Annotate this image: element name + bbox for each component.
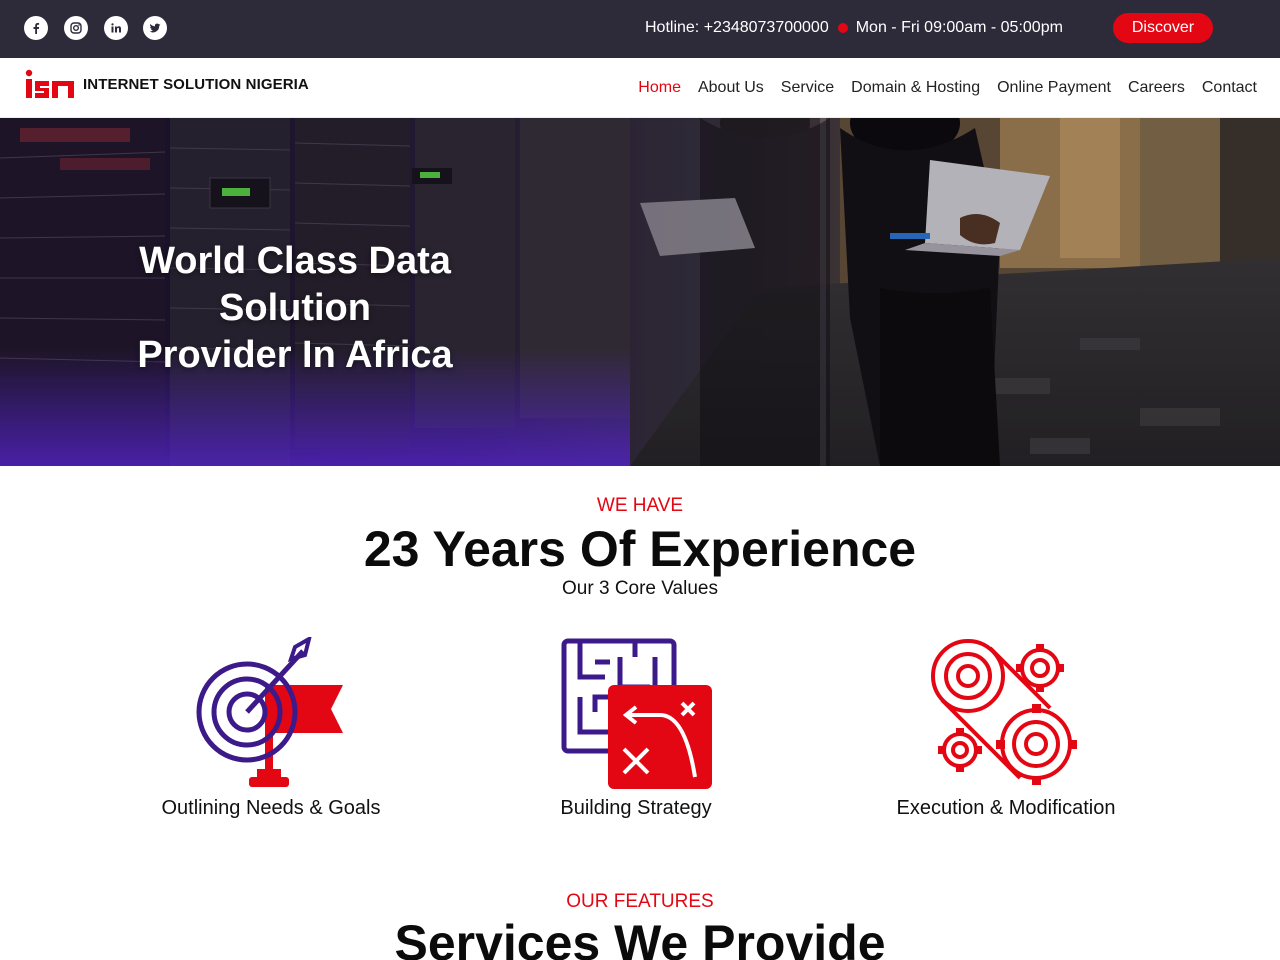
- isn-logo-mark-icon: [25, 69, 74, 98]
- experience-title: 23 Years Of Experience: [363, 521, 917, 577]
- facebook-icon[interactable]: [24, 16, 48, 40]
- instagram-icon[interactable]: [64, 16, 88, 40]
- twitter-icon[interactable]: [143, 16, 167, 40]
- gears-icon: [931, 639, 1077, 785]
- nav-item-online-payment[interactable]: Online Payment: [997, 79, 1111, 97]
- business-hours: Mon - Fri 09:00am - 05:00pm: [855, 19, 1063, 36]
- hero-heading: World Class Data Solution Provider In Af…: [60, 238, 530, 379]
- value-label-building-strategy: Building Strategy: [560, 797, 712, 819]
- value-label-needs-goals: Outlining Needs & Goals: [161, 797, 381, 819]
- discover-button[interactable]: Discover: [1113, 13, 1213, 43]
- main-navbar: INTERNET SOLUTION NIGERIA Home About Us …: [0, 58, 1280, 118]
- primary-nav: Home About Us Service Domain & Hosting O…: [638, 79, 1257, 97]
- top-bar: Hotline: +2348073700000 Mon - Fri 09:00a…: [0, 0, 1280, 58]
- nav-item-service[interactable]: Service: [781, 79, 834, 97]
- nav-item-home[interactable]: Home: [638, 79, 681, 97]
- brand-logo[interactable]: INTERNET SOLUTION NIGERIA: [24, 69, 309, 100]
- hero-heading-line-2: Provider In Africa: [137, 334, 453, 376]
- value-label-execution-modification: Execution & Modification: [896, 797, 1116, 819]
- separator-dot: [837, 23, 848, 33]
- hero-heading-line-1: World Class Data Solution: [139, 240, 451, 329]
- nav-item-domain-hosting[interactable]: Domain & Hosting: [851, 79, 980, 97]
- hotline-text[interactable]: Hotline: +2348073700000: [645, 19, 829, 37]
- features-kicker: OUR FEATURES: [566, 891, 714, 912]
- experience-kicker: WE HAVE: [596, 495, 684, 516]
- features-title: Services We Provide: [394, 915, 886, 960]
- experience-subtitle: Our 3 Core Values: [562, 578, 718, 599]
- brand-name: INTERNET SOLUTION NIGERIA: [83, 76, 309, 93]
- nav-item-contact[interactable]: Contact: [1202, 79, 1257, 97]
- contact-info: Hotline: +2348073700000 Mon - Fri 09:00a…: [645, 19, 1063, 37]
- hero-banner: World Class Data Solution Provider In Af…: [0, 118, 1280, 466]
- nav-item-careers[interactable]: Careers: [1128, 79, 1185, 97]
- maze-strategy-icon: [561, 638, 712, 789]
- target-flag-icon: [196, 637, 343, 787]
- linkedin-icon[interactable]: [104, 16, 128, 40]
- nav-item-about-us[interactable]: About Us: [698, 79, 764, 97]
